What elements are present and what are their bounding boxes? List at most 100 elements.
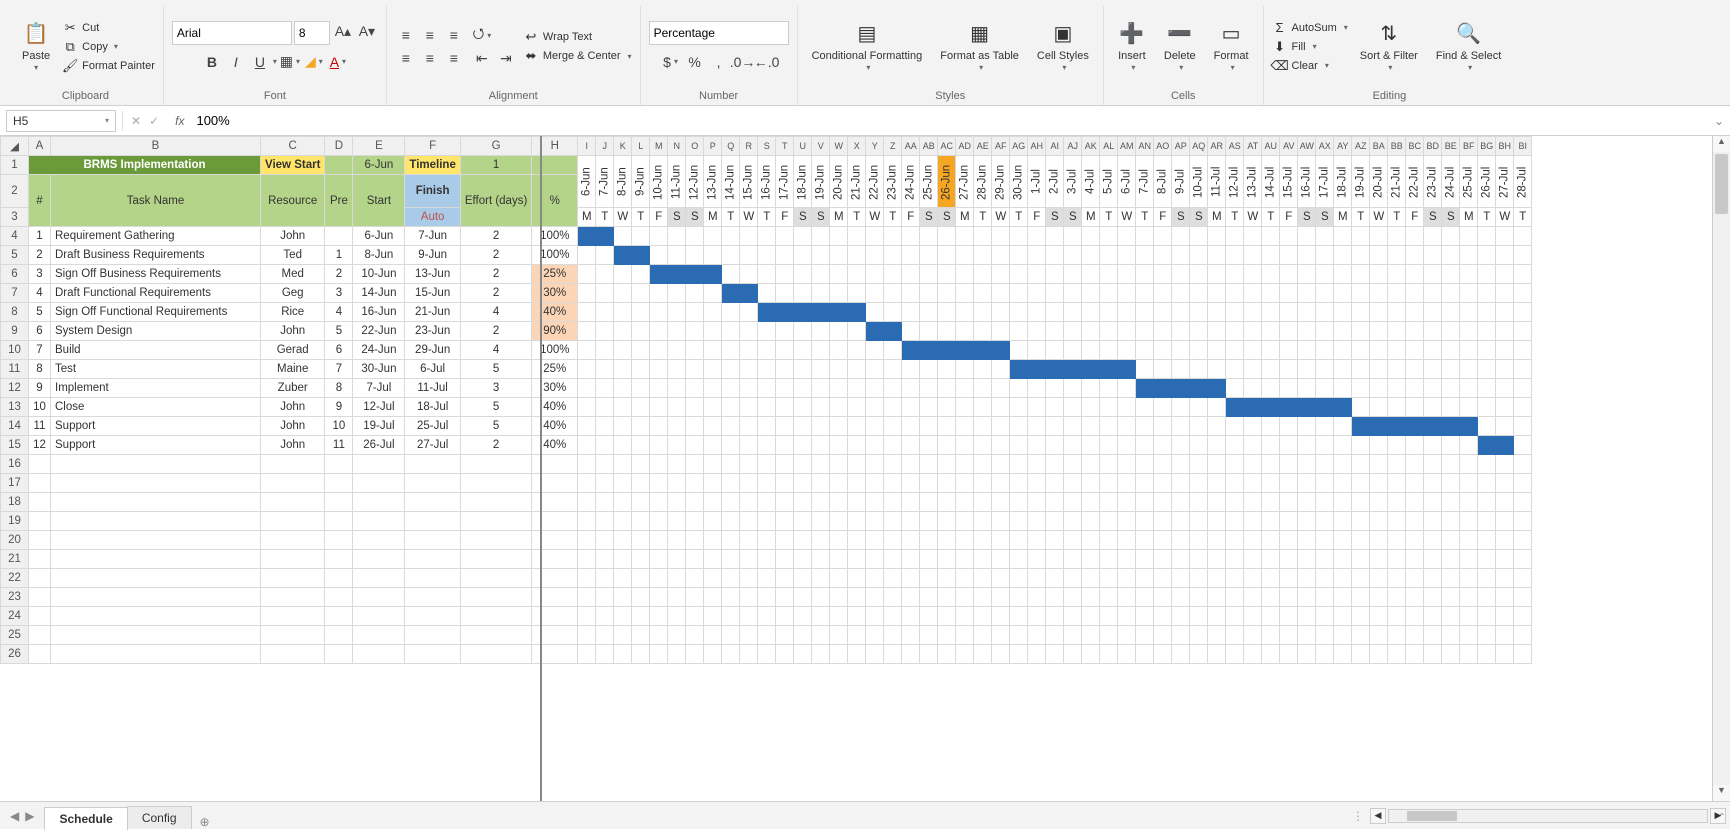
gantt-cell[interactable] xyxy=(596,341,614,360)
gantt-cell[interactable] xyxy=(956,455,974,474)
gantt-cell[interactable] xyxy=(1460,455,1478,474)
gantt-cell[interactable] xyxy=(1496,284,1514,303)
column-header[interactable]: O xyxy=(686,137,704,156)
gantt-cell[interactable] xyxy=(1136,645,1154,664)
gantt-cell[interactable] xyxy=(1514,436,1532,455)
gantt-dow-header[interactable]: S xyxy=(920,208,938,227)
gantt-cell[interactable] xyxy=(1334,379,1352,398)
gantt-cell[interactable] xyxy=(1010,417,1028,436)
gantt-cell[interactable] xyxy=(1424,265,1442,284)
task-name-cell[interactable]: System Design xyxy=(51,322,261,341)
gantt-cell[interactable] xyxy=(578,360,596,379)
gantt-cell[interactable] xyxy=(830,417,848,436)
gantt-cell[interactable] xyxy=(1172,474,1190,493)
gantt-cell[interactable] xyxy=(866,227,884,246)
gantt-cell[interactable] xyxy=(1244,455,1262,474)
gantt-cell[interactable] xyxy=(614,417,632,436)
gantt-cell[interactable] xyxy=(704,303,722,322)
gantt-cell[interactable] xyxy=(1388,436,1406,455)
gantt-cell[interactable] xyxy=(956,417,974,436)
gantt-cell[interactable] xyxy=(758,303,776,322)
gantt-cell[interactable] xyxy=(632,398,650,417)
gantt-cell[interactable] xyxy=(1190,265,1208,284)
gantt-cell[interactable] xyxy=(740,645,758,664)
gantt-cell[interactable] xyxy=(1298,417,1316,436)
cell[interactable] xyxy=(325,156,353,175)
align-top-button[interactable]: ≡ xyxy=(395,24,417,46)
gantt-cell[interactable] xyxy=(1262,379,1280,398)
gantt-cell[interactable] xyxy=(1370,227,1388,246)
font-face-select[interactable] xyxy=(172,21,292,45)
gantt-cell[interactable] xyxy=(1082,455,1100,474)
gantt-cell[interactable] xyxy=(704,474,722,493)
gantt-cell[interactable] xyxy=(722,303,740,322)
gantt-cell[interactable] xyxy=(740,341,758,360)
gantt-cell[interactable] xyxy=(1334,246,1352,265)
gantt-cell[interactable] xyxy=(1244,493,1262,512)
empty-cell[interactable] xyxy=(405,588,460,607)
gantt-cell[interactable] xyxy=(812,569,830,588)
gantt-cell[interactable] xyxy=(1352,398,1370,417)
gantt-cell[interactable] xyxy=(920,550,938,569)
column-header[interactable]: Y xyxy=(866,137,884,156)
gantt-date-header[interactable]: 27-Jun xyxy=(956,156,974,208)
gantt-cell[interactable] xyxy=(632,569,650,588)
gantt-cell[interactable] xyxy=(848,531,866,550)
gantt-cell[interactable] xyxy=(812,265,830,284)
gantt-cell[interactable] xyxy=(1406,303,1424,322)
header-task[interactable]: Task Name xyxy=(51,175,261,227)
gantt-cell[interactable] xyxy=(650,265,668,284)
task-name-cell[interactable]: Support xyxy=(51,417,261,436)
gantt-cell[interactable] xyxy=(974,512,992,531)
resource-cell[interactable]: Rice xyxy=(261,303,325,322)
empty-cell[interactable] xyxy=(460,645,531,664)
gantt-cell[interactable] xyxy=(1046,417,1064,436)
gantt-cell[interactable] xyxy=(974,227,992,246)
gantt-cell[interactable] xyxy=(902,531,920,550)
gantt-cell[interactable] xyxy=(1496,417,1514,436)
gantt-cell[interactable] xyxy=(902,265,920,284)
gantt-cell[interactable] xyxy=(866,588,884,607)
gantt-cell[interactable] xyxy=(938,265,956,284)
gantt-cell[interactable] xyxy=(1028,607,1046,626)
gantt-cell[interactable] xyxy=(830,493,848,512)
gantt-dow-header[interactable]: T xyxy=(974,208,992,227)
gantt-cell[interactable] xyxy=(1478,626,1496,645)
gantt-cell[interactable] xyxy=(794,360,812,379)
column-header[interactable]: BG xyxy=(1478,137,1496,156)
empty-cell[interactable] xyxy=(405,512,460,531)
bold-button[interactable]: B xyxy=(201,51,223,73)
gantt-cell[interactable] xyxy=(740,550,758,569)
gantt-cell[interactable] xyxy=(1118,493,1136,512)
column-header[interactable]: M xyxy=(650,137,668,156)
gantt-dow-header[interactable]: F xyxy=(650,208,668,227)
gantt-cell[interactable] xyxy=(866,569,884,588)
gantt-cell[interactable] xyxy=(722,474,740,493)
gantt-cell[interactable] xyxy=(1496,360,1514,379)
column-header[interactable]: R xyxy=(740,137,758,156)
gantt-cell[interactable] xyxy=(1262,322,1280,341)
gantt-cell[interactable] xyxy=(1046,322,1064,341)
gantt-dow-header[interactable]: M xyxy=(1460,208,1478,227)
gantt-cell[interactable] xyxy=(1334,645,1352,664)
gantt-cell[interactable] xyxy=(578,436,596,455)
gantt-cell[interactable] xyxy=(1226,512,1244,531)
empty-cell[interactable] xyxy=(29,550,51,569)
gantt-cell[interactable] xyxy=(1352,531,1370,550)
gantt-dow-header[interactable]: T xyxy=(1352,208,1370,227)
gantt-cell[interactable] xyxy=(848,645,866,664)
column-header[interactable]: P xyxy=(704,137,722,156)
gantt-cell[interactable] xyxy=(614,626,632,645)
gantt-cell[interactable] xyxy=(902,645,920,664)
italic-button[interactable]: I xyxy=(225,51,247,73)
gantt-cell[interactable] xyxy=(1298,474,1316,493)
format-painter-button[interactable]: 🖌Format Painter xyxy=(62,57,155,75)
gantt-cell[interactable] xyxy=(848,626,866,645)
gantt-cell[interactable] xyxy=(1244,588,1262,607)
gantt-cell[interactable] xyxy=(1442,360,1460,379)
gantt-cell[interactable] xyxy=(686,398,704,417)
effort-cell[interactable]: 2 xyxy=(460,322,531,341)
gantt-date-header[interactable]: 12-Jul xyxy=(1226,156,1244,208)
gantt-cell[interactable] xyxy=(1010,474,1028,493)
gantt-cell[interactable] xyxy=(1460,588,1478,607)
